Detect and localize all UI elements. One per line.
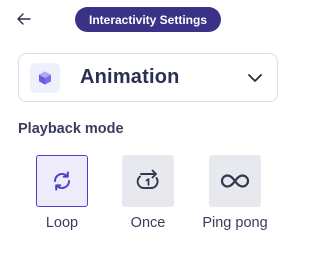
infinity-icon (220, 174, 250, 188)
playback-option-label: Loop (45, 215, 79, 231)
arrow-left-icon (17, 13, 31, 25)
playback-option-ping-pong[interactable]: Ping pong (202, 155, 268, 231)
dropdown-selected-value: Animation (80, 66, 180, 88)
cube-icon (30, 62, 60, 93)
playback-option-label: Ping pong (202, 215, 268, 231)
page-title: Interactivity Settings (75, 7, 221, 32)
loop-icon (54, 171, 70, 191)
playback-mode-heading: Playback mode (18, 121, 124, 137)
repeat-once-icon (136, 169, 159, 189)
playback-option-once[interactable]: Once (121, 155, 175, 231)
playback-option-loop[interactable]: Loop (35, 155, 89, 231)
playback-option-label: Once (130, 215, 166, 231)
chevron-down-icon (245, 68, 265, 88)
back-button[interactable] (12, 7, 36, 31)
interaction-type-dropdown[interactable]: Animation (18, 53, 278, 102)
